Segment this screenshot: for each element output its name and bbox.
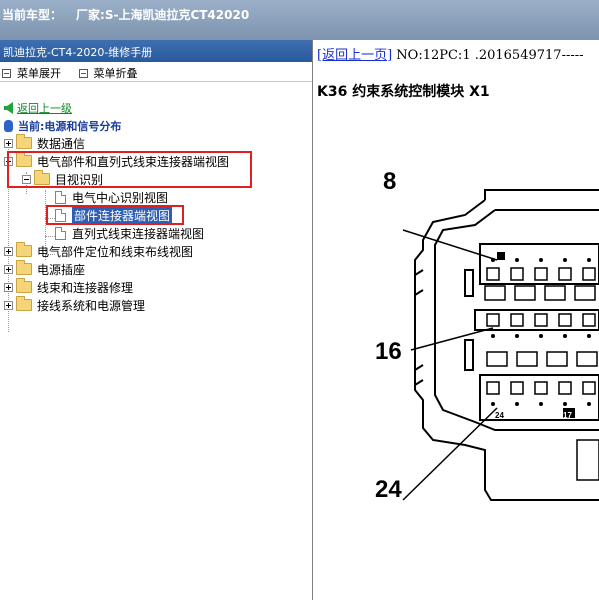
title-prefix: 当前车型： <box>2 8 63 22</box>
folder-icon <box>16 260 32 275</box>
folder-open-icon <box>34 170 50 185</box>
content-nav-bar: [返回上一页] NO:12PC:1 .2016549717----- <box>317 44 584 63</box>
pin-label-24: 24 <box>375 476 402 503</box>
collapse-icon <box>78 68 88 78</box>
expand-plus-icon[interactable] <box>4 264 13 274</box>
expand-plus-icon[interactable] <box>4 300 13 310</box>
folder-icon <box>16 278 32 293</box>
back-page-link[interactable]: [返回上一页] <box>317 48 392 63</box>
tree-node-component-locations[interactable]: 电气部件定位和线束布线视图 <box>4 242 193 260</box>
folder-icon <box>16 296 32 311</box>
content-panel: [返回上一页] NO:12PC:1 .2016549717----- K36 约… <box>315 40 599 600</box>
tree-node-power-outlets[interactable]: 电源插座 <box>4 260 85 278</box>
window-title-bar: 当前车型： 厂家:S-上海凯迪拉克CT42020 <box>0 0 599 40</box>
collapse-minus-icon[interactable] <box>22 174 31 184</box>
expand-menu-button[interactable]: 菜单展开 <box>2 65 61 81</box>
tree-node-inline-connector-views[interactable]: 直列式线束连接器端视图 <box>55 224 204 242</box>
highlight-box <box>46 205 184 225</box>
document-icon <box>55 226 66 240</box>
current-location: 当前:电源和信号分布 <box>4 118 121 134</box>
tree-node-electrical-center-views[interactable]: 电气中心识别视图 <box>55 188 168 206</box>
pin-label-8: 8 <box>383 168 397 195</box>
document-icon <box>55 190 66 204</box>
folder-icon <box>16 134 32 149</box>
manual-header: 凯迪拉克-CT4-2020-维修手册 <box>0 40 312 62</box>
tree-toolbar: 菜单展开 菜单折叠 <box>0 62 312 82</box>
back-arrow-icon <box>4 102 13 114</box>
navigation-panel: 凯迪拉克-CT4-2020-维修手册 菜单展开 菜单折叠 返回上一级 当前:电源… <box>0 40 313 600</box>
back-up-link[interactable]: 返回上一级 <box>4 100 72 116</box>
expand-plus-icon[interactable] <box>4 138 13 148</box>
tree-node-wiring-power-management[interactable]: 接线系统和电源管理 <box>4 296 145 314</box>
page-title: K36 约束系统控制模块 X1 <box>317 84 490 100</box>
tree-line <box>45 236 55 237</box>
connector-mark-24: 24 <box>495 411 504 420</box>
tree-node-harness-repair[interactable]: 线束和连接器修理 <box>4 278 133 296</box>
document-number: NO:12PC:1 .2016549717----- <box>392 48 584 63</box>
database-icon <box>4 120 13 132</box>
folder-icon <box>16 242 32 257</box>
pin-label-16: 16 <box>375 338 402 365</box>
collapse-menu-button[interactable]: 菜单折叠 <box>78 65 138 81</box>
expand-plus-icon[interactable] <box>4 246 13 256</box>
connector-mark-17: 17 <box>563 411 572 420</box>
tree-node-data-communication[interactable]: 数据通信 <box>4 134 85 152</box>
connector-end-view-diagram: 24 17 <box>402 189 599 501</box>
title-vehicle: 厂家:S-上海凯迪拉克CT42020 <box>76 8 250 22</box>
expand-icon <box>2 68 11 78</box>
tree-node-visual-identification[interactable]: 目视识别 <box>22 170 103 188</box>
expand-plus-icon[interactable] <box>4 282 13 292</box>
